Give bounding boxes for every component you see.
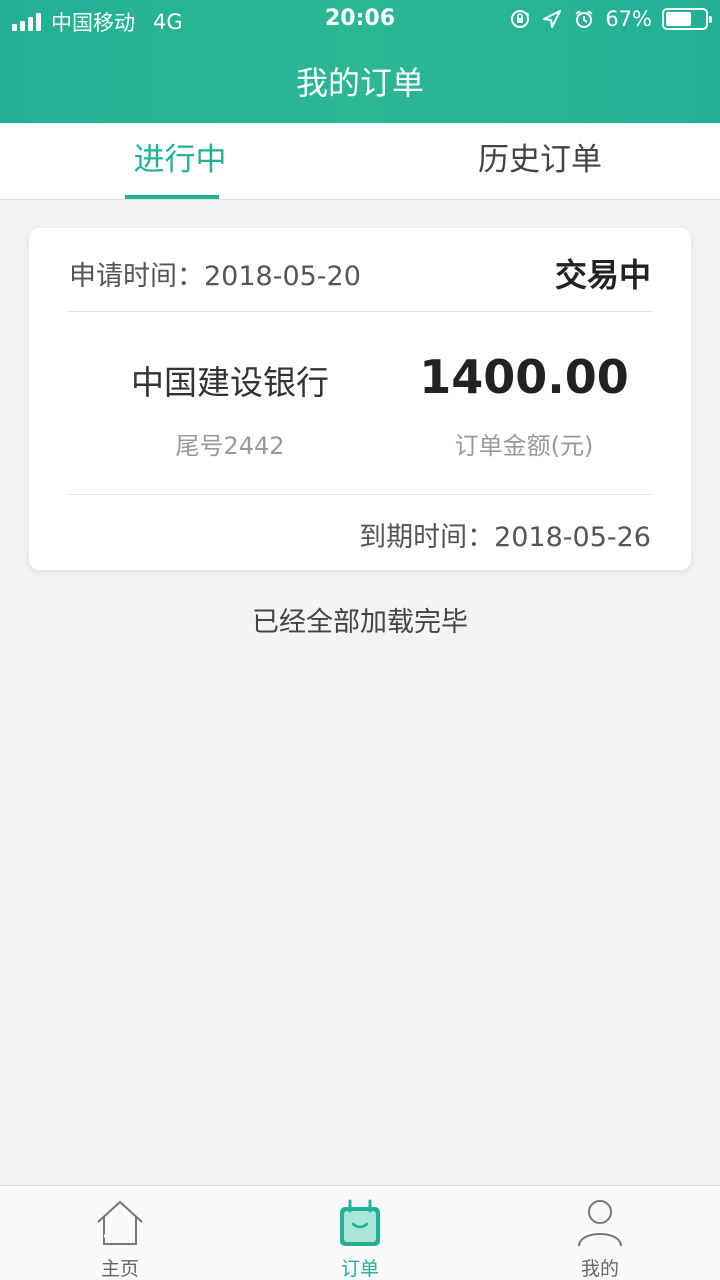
tab-in-progress[interactable]: 进行中 — [0, 123, 360, 200]
user-icon — [578, 1200, 622, 1247]
battery-icon — [662, 8, 712, 30]
network-type: 4G — [153, 10, 183, 34]
due-time-value: 2018-05-26 — [494, 522, 651, 553]
nav-label-me: 我的 — [580, 1258, 619, 1280]
apply-time-value: 2018-05-20 — [204, 261, 361, 292]
order-amount: 1400.00 — [419, 350, 629, 404]
bank-name: 中国建设银行 — [131, 363, 329, 402]
nav-item-home[interactable]: 主页 — [0, 1186, 240, 1280]
rotation-lock-icon — [511, 10, 530, 28]
home-icon — [97, 1200, 143, 1245]
nav-label-orders: 订单 — [340, 1258, 379, 1280]
battery-percent: 67% — [605, 7, 652, 31]
nav-item-orders[interactable]: 订单 — [240, 1186, 480, 1280]
status-bar: 中国移动 4G 20:06 67% — [0, 0, 720, 40]
card-divider-top — [67, 311, 653, 312]
bottom-nav: 主页 订单 我的 — [0, 1185, 720, 1280]
order-tabs: 进行中 历史订单 — [0, 123, 720, 200]
page-title: 我的订单 — [295, 64, 424, 102]
nav-item-me[interactable]: 我的 — [480, 1186, 720, 1280]
carrier-name: 中国移动 — [51, 11, 135, 35]
alarm-clock-icon — [575, 10, 593, 28]
battery-fill — [666, 12, 692, 26]
list-end-text: 已经全部加载完毕 — [252, 607, 468, 638]
due-time: 到期时间：2018-05-26 — [359, 515, 651, 554]
apply-time-label: 申请时间： — [69, 261, 204, 292]
apply-time: 申请时间：2018-05-20 — [69, 254, 361, 293]
order-status: 交易中 — [554, 256, 651, 294]
due-time-label: 到期时间： — [359, 522, 495, 553]
card-tail-number: 尾号2442 — [175, 432, 285, 460]
order-amount-label: 订单金额(元) — [454, 432, 594, 460]
location-arrow-icon — [543, 10, 562, 28]
app-header: 中国移动 4G 20:06 67% 我的订单 — [0, 0, 720, 123]
nav-label-home: 主页 — [100, 1258, 139, 1280]
order-bag-icon — [340, 1199, 380, 1246]
signal-strength-icon — [12, 13, 41, 31]
active-tab-indicator — [125, 195, 219, 199]
order-card[interactable]: 申请时间：2018-05-20 交易中 中国建设银行 尾号2442 1400.0… — [29, 228, 691, 570]
card-divider-bottom — [67, 494, 653, 495]
tab-history[interactable]: 历史订单 — [360, 123, 720, 200]
